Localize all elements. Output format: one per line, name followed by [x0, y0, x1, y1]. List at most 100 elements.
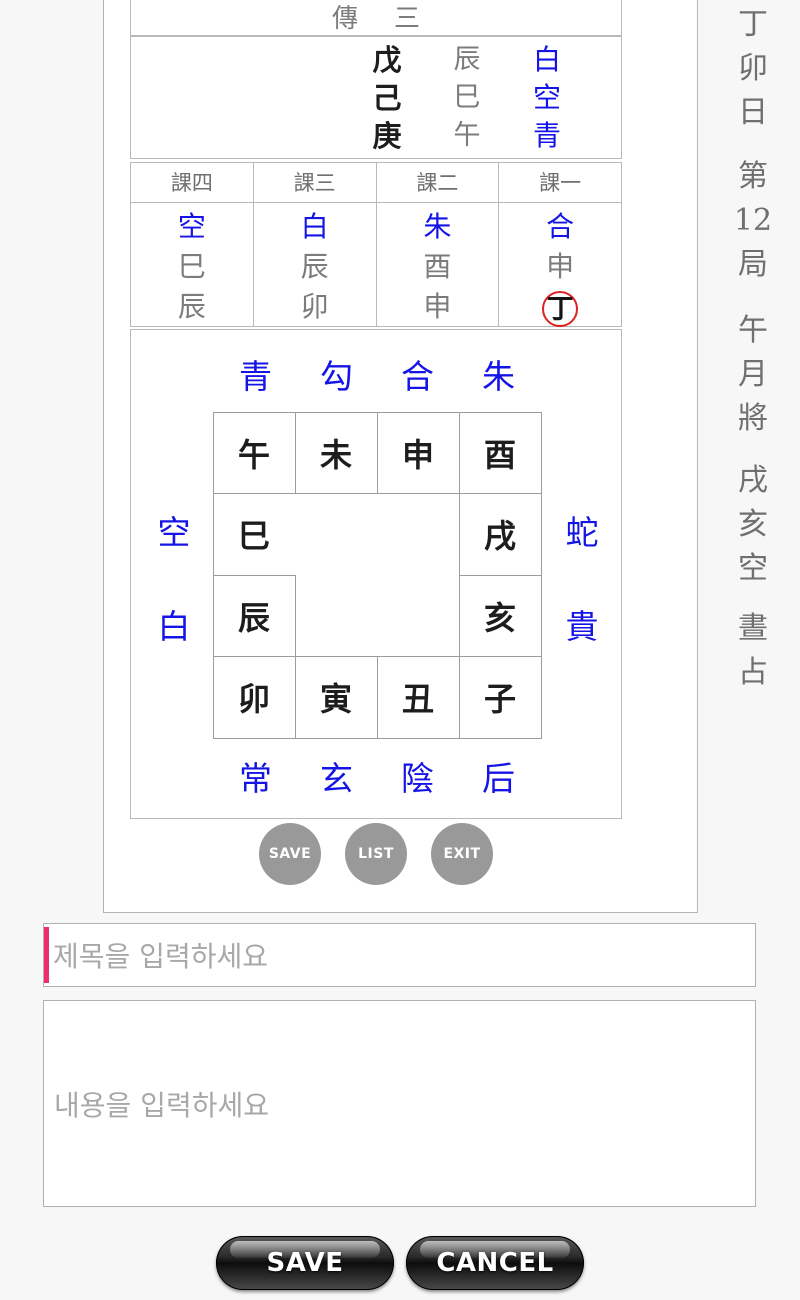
save-button-label: SAVE — [266, 1248, 344, 1278]
palace-cell-you[interactable]: 酉 — [458, 411, 542, 494]
palace-right-god-1: 蛇 — [565, 513, 599, 552]
sike-column-2-upper: 酉 — [423, 250, 452, 283]
info-yuejiang-group: 午 月 將 — [724, 309, 782, 441]
twelve-palace-chart: 青 勾 合 朱 空 白 蛇 貴 午 未 申 酉 巳 戌 辰 亥 卯 寅 丑 子 … — [130, 329, 622, 819]
sike-column-3: 課三 白 辰 卯 — [253, 163, 377, 326]
palace-cell-hai[interactable]: 亥 — [458, 574, 542, 657]
info-zhan-char-2: 占 — [738, 655, 768, 690]
title-input[interactable]: 제목을 입력하세요 — [43, 923, 756, 987]
sike-column-4-header: 課四 — [131, 163, 253, 203]
sanchuan-gan-2: 己 — [372, 80, 402, 115]
sike-column-4-shen: 空 — [177, 210, 206, 243]
palace-cell-chou[interactable]: 丑 — [376, 656, 460, 739]
info-day-char-2: 卯 — [738, 51, 768, 86]
save-button[interactable]: SAVE — [216, 1236, 394, 1290]
sike-column-3-lower: 卯 — [300, 290, 329, 323]
content-textarea[interactable]: 내용을 입력하세요 — [43, 1000, 756, 1207]
palace-cell-mao[interactable]: 卯 — [212, 656, 296, 739]
palace-cell-si[interactable]: 巳 — [212, 493, 296, 576]
sike-column-4-lower: 辰 — [177, 290, 206, 323]
sanchuan-zhi-column: 辰 巳 午 — [445, 41, 489, 155]
info-kongwang-char-1: 戌 — [738, 463, 768, 498]
sike-column-4-upper: 巳 — [177, 250, 206, 283]
title-input-placeholder: 제목을 입력하세요 — [53, 940, 268, 973]
palace-bottom-god-3: 陰 — [401, 759, 434, 798]
sanchuan-gan-1: 戊 — [372, 42, 402, 77]
info-kongwang-group: 戌 亥 空 — [724, 459, 782, 591]
sike-column-1-upper: 申 — [546, 250, 575, 283]
info-kongwang-char-2: 亥 — [738, 507, 768, 542]
sanchuan-gan-column: 戊 己 庚 — [365, 41, 409, 155]
palace-bottom-god-2: 玄 — [320, 759, 353, 798]
palace-cell-yin[interactable]: 寅 — [294, 656, 378, 739]
sike-column-1-shen: 合 — [546, 210, 575, 243]
cancel-button-label: CANCEL — [436, 1248, 554, 1278]
exit-round-button[interactable]: EXIT — [431, 823, 493, 885]
palace-cell-shen[interactable]: 申 — [376, 411, 460, 494]
sanchuan-header-char-2: 三 — [394, 4, 421, 34]
form-action-bar: SAVE CANCEL — [0, 1236, 800, 1290]
palace-top-god-4: 朱 — [482, 357, 515, 396]
info-yuejiang-char-3: 將 — [738, 401, 768, 436]
list-round-button[interactable]: LIST — [345, 823, 407, 885]
sanchuan-zhi-3: 午 — [453, 119, 481, 151]
sanchuan-body: 戊 己 庚 辰 巳 午 白 空 青 — [130, 36, 622, 159]
sike-column-2-lower: 申 — [423, 290, 452, 323]
sike-column-2-header: 課二 — [376, 163, 499, 203]
palace-cell-wei[interactable]: 未 — [294, 411, 378, 494]
palace-bottom-god-1: 常 — [239, 759, 272, 798]
palace-bottom-gods: 常 玄 陰 后 — [131, 752, 623, 800]
sanchuan-shen-1: 白 — [532, 42, 561, 76]
sanchuan-shen-column: 白 空 青 — [525, 41, 569, 155]
info-yuejiang-char-1: 午 — [738, 313, 768, 348]
sanchuan-header: 傳 三 — [130, 0, 622, 36]
info-day-group: 丁 卯 日 — [724, 3, 782, 135]
palace-left-gods: 空 白 — [153, 506, 195, 648]
info-ju-char-3: 局 — [738, 247, 768, 282]
sike-column-4: 課四 空 巳 辰 — [131, 163, 254, 326]
sanchuan-gan-3: 庚 — [372, 118, 402, 153]
palace-left-god-2: 白 — [157, 607, 191, 646]
info-ju-number: 12 — [733, 203, 773, 238]
sanchuan-header-char-1: 傳 — [331, 4, 358, 34]
sike-column-1-marked-cell: 丁 — [499, 287, 621, 327]
sanchuan-zhi-1: 辰 — [453, 43, 481, 75]
chart-info-column: 丁 卯 日 第 12 局 午 月 將 戌 亥 空 晝 占 — [724, 3, 782, 903]
palace-top-god-1: 青 — [239, 357, 272, 396]
palace-cell-zi[interactable]: 子 — [458, 656, 542, 739]
palace-cell-wu[interactable]: 午 — [212, 411, 296, 494]
palace-grid: 午 未 申 酉 巳 戌 辰 亥 卯 寅 丑 子 — [212, 411, 542, 739]
sike-column-1-header: 課一 — [499, 163, 621, 203]
save-round-button[interactable]: SAVE — [259, 823, 321, 885]
palace-top-god-2: 勾 — [320, 357, 353, 396]
info-day-char-1: 丁 — [738, 7, 768, 42]
info-yuejiang-char-2: 月 — [738, 357, 768, 392]
info-zhan-char-1: 晝 — [738, 611, 768, 646]
info-zhan-group: 晝 占 — [724, 607, 782, 695]
chart-action-buttons: SAVE LIST EXIT — [130, 823, 622, 885]
palace-cell-xu[interactable]: 戌 — [458, 493, 542, 576]
sike-column-2-shen: 朱 — [423, 210, 452, 243]
palace-left-god-1: 空 — [157, 513, 191, 552]
palace-cell-chen[interactable]: 辰 — [212, 574, 296, 657]
cancel-button[interactable]: CANCEL — [406, 1236, 584, 1290]
palace-top-god-3: 合 — [401, 357, 434, 396]
sike-column-3-upper: 辰 — [300, 250, 329, 283]
palace-right-gods: 蛇 貴 — [561, 506, 603, 648]
sike-column-1: 課一 合 申 丁 — [499, 163, 621, 327]
sanchuan-zhi-2: 巳 — [453, 81, 481, 113]
info-day-char-3: 日 — [738, 95, 768, 130]
palace-bottom-god-4: 后 — [482, 759, 515, 798]
info-ju-group: 第 12 局 — [724, 155, 782, 287]
palace-center-blank — [295, 493, 459, 657]
app-root: 傳 三 戊 己 庚 辰 巳 午 白 空 青 課四 空 巳 辰 課三 白 辰 卯 … — [0, 0, 800, 1300]
circled-day-gan-marker: 丁 — [542, 290, 579, 327]
sike-column-2: 課二 朱 酉 申 — [376, 163, 500, 326]
sike-table: 課四 空 巳 辰 課三 白 辰 卯 課二 朱 酉 申 課一 合 申 丁 — [130, 162, 622, 327]
sanchuan-shen-2: 空 — [532, 80, 561, 114]
sike-column-3-shen: 白 — [300, 210, 329, 243]
content-textarea-placeholder: 내용을 입력하세요 — [54, 1088, 269, 1122]
sanchuan-shen-3: 青 — [532, 118, 561, 152]
info-ju-char-1: 第 — [738, 159, 768, 194]
palace-top-gods: 青 勾 合 朱 — [131, 350, 623, 398]
